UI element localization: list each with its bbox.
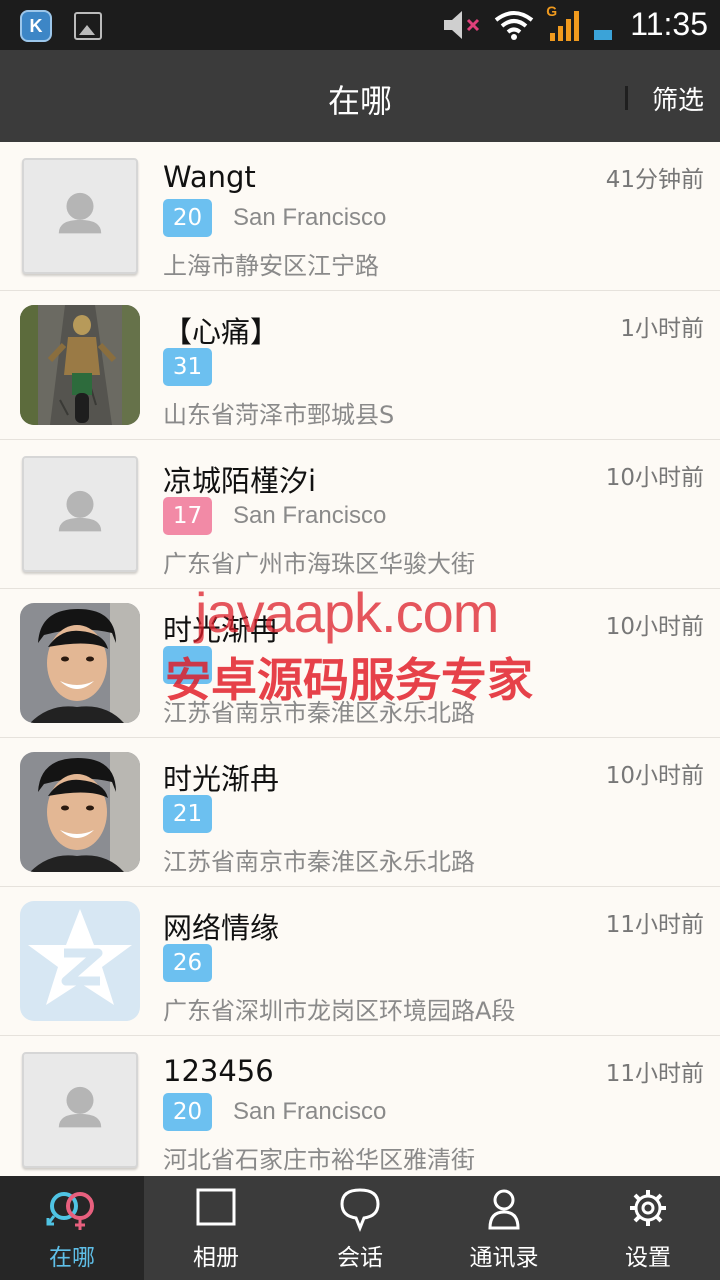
default-avatar-icon xyxy=(22,456,138,572)
gear-icon xyxy=(630,1190,666,1226)
album-square-icon xyxy=(196,1188,236,1226)
user-city: San Francisco xyxy=(233,502,387,529)
tab-label: 设置 xyxy=(625,1245,671,1271)
contact-person-icon xyxy=(488,1189,520,1230)
age-badge xyxy=(163,646,212,684)
tab-label: 在哪 xyxy=(49,1245,95,1271)
bottom-tab-bar: 在哪 相册 会话 通讯录 设置 xyxy=(0,1176,720,1280)
age-badge: 17 xyxy=(163,497,212,535)
user-address: 江苏省南京市秦淮区永乐北路 xyxy=(163,699,475,727)
user-address: 江苏省南京市秦淮区永乐北路 xyxy=(163,848,475,876)
last-seen-time: 10小时前 xyxy=(605,614,704,640)
age-badge: 21 xyxy=(163,795,212,833)
tab-where[interactable]: 在哪 xyxy=(0,1176,144,1280)
user-address: 广东省深圳市龙岗区环境园路A段 xyxy=(163,997,516,1025)
list-item[interactable]: 123456 11小时前 20 San Francisco 河北省石家庄市裕华区… xyxy=(0,1036,720,1176)
user-city: San Francisco xyxy=(233,204,387,231)
portrait-photo-avatar xyxy=(20,603,140,723)
list-item[interactable]: 凉城陌槿汐i 10小时前 17 San Francisco 广东省广州市海珠区华… xyxy=(0,440,720,589)
page-title: 在哪 xyxy=(327,82,392,120)
filter-button[interactable]: 筛选 xyxy=(652,80,704,117)
title-divider xyxy=(625,86,628,110)
battery-icon xyxy=(594,29,613,40)
status-bar: K G 11:35 xyxy=(0,0,720,50)
user-address: 河北省石家庄市裕华区雅清街 xyxy=(163,1146,475,1174)
wifi-icon xyxy=(495,10,534,40)
user-address: 上海市静安区江宁路 xyxy=(163,252,379,280)
default-avatar-icon xyxy=(22,158,138,274)
last-seen-time: 10小时前 xyxy=(605,465,704,491)
tab-label: 会话 xyxy=(337,1245,383,1271)
tab-label: 相册 xyxy=(193,1245,239,1271)
gallery-icon xyxy=(74,12,102,40)
last-seen-time: 11小时前 xyxy=(605,1061,704,1087)
age-badge: 20 xyxy=(163,199,212,237)
tab-label: 通讯录 xyxy=(469,1245,539,1271)
k-app-icon: K xyxy=(20,10,52,42)
list-item[interactable]: 网络情缘 11小时前 26 广东省深圳市龙岗区环境园路A段 xyxy=(0,887,720,1036)
user-name: 网络情缘 xyxy=(163,911,280,945)
signal-icon: G xyxy=(546,3,582,43)
tab-settings[interactable]: 设置 xyxy=(576,1176,720,1280)
user-name: 时光渐冉 xyxy=(163,762,280,796)
tab-contacts[interactable]: 通讯录 xyxy=(432,1176,576,1280)
gender-rings-icon xyxy=(46,1192,94,1230)
user-name: 123456 xyxy=(163,1054,274,1088)
list-item[interactable]: 时光渐冉 10小时前 21 江苏省南京市秦淮区永乐北路 xyxy=(0,738,720,887)
motorcycle-photo-avatar xyxy=(20,305,140,425)
qzone-star-logo-avatar xyxy=(20,901,140,1021)
list-item[interactable]: 【心痛】 1小时前 31 山东省菏泽市鄄城县S xyxy=(0,291,720,440)
user-name: 时光渐冉 xyxy=(163,613,280,647)
nearby-user-list[interactable]: Wangt 41分钟前 20 San Francisco 上海市静安区江宁路 【… xyxy=(0,142,720,1176)
chat-bubble-icon xyxy=(340,1188,380,1233)
user-address: 广东省广州市海珠区华骏大街 xyxy=(163,550,475,578)
tab-album[interactable]: 相册 xyxy=(144,1176,288,1280)
list-item[interactable]: Wangt 41分钟前 20 San Francisco 上海市静安区江宁路 xyxy=(0,142,720,291)
last-seen-time: 11小时前 xyxy=(605,912,704,938)
last-seen-time: 41分钟前 xyxy=(605,167,704,193)
portrait-photo-avatar xyxy=(20,752,140,872)
user-name: 【心痛】 xyxy=(163,315,280,349)
age-badge: 26 xyxy=(163,944,212,982)
last-seen-time: 1小时前 xyxy=(620,316,704,342)
last-seen-time: 10小时前 xyxy=(605,763,704,789)
user-city: San Francisco xyxy=(233,1098,387,1125)
user-address: 山东省菏泽市鄄城县S xyxy=(163,401,395,429)
user-name: Wangt xyxy=(163,160,256,194)
default-avatar-icon xyxy=(22,1052,138,1168)
volume-muted-icon xyxy=(444,10,480,39)
age-badge: 20 xyxy=(163,1093,212,1131)
list-item[interactable]: 时光渐冉 10小时前 江苏省南京市秦淮区永乐北路 xyxy=(0,589,720,738)
user-name: 凉城陌槿汐i xyxy=(163,464,317,498)
title-bar: 在哪 筛选 xyxy=(0,50,720,142)
tab-chat[interactable]: 会话 xyxy=(288,1176,432,1280)
status-time: 11:35 xyxy=(630,6,708,42)
age-badge: 31 xyxy=(163,348,212,386)
